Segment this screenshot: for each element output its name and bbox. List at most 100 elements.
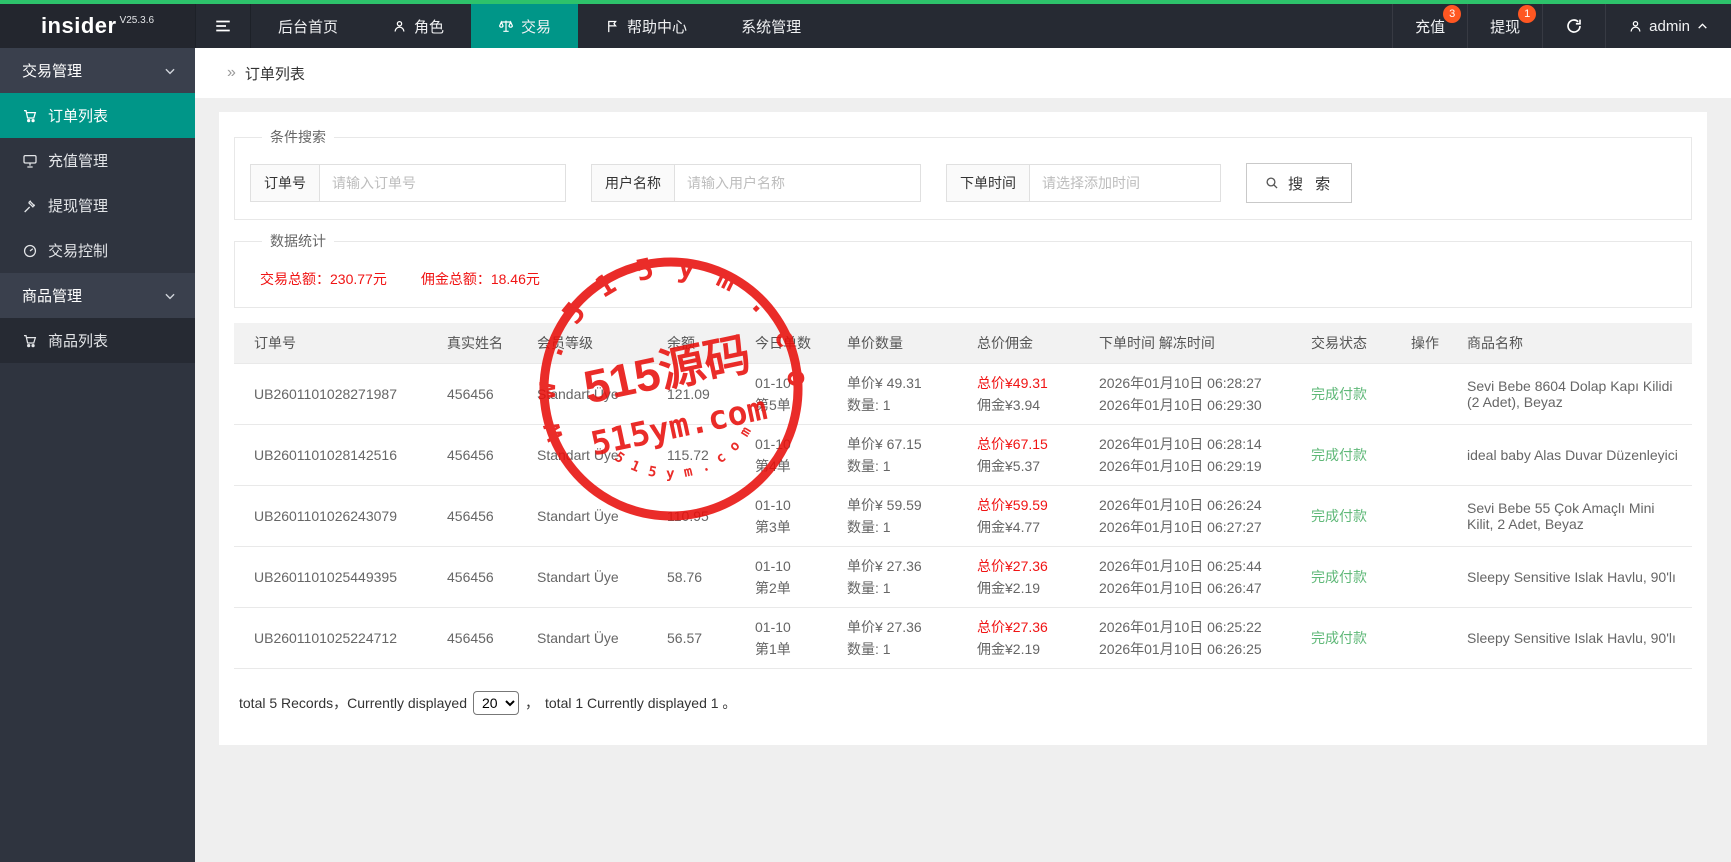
search-legend: 条件搜索 (270, 129, 326, 145)
page-size-select[interactable]: 20 (473, 690, 519, 715)
table-row[interactable]: UB2601101028142516 456456 Standart Üye 1… (234, 424, 1692, 486)
quantity: 数量: 1 (847, 396, 891, 413)
commission: 佣金¥2.19 (977, 579, 1041, 596)
cell-today: 01-10 第1单 (747, 607, 839, 669)
cell-product: Sevi Bebe 8604 Dolap Kapı Kilidi (2 Adet… (1459, 362, 1692, 425)
recharge-button[interactable]: 充值 3 (1392, 4, 1467, 48)
gauge-icon (22, 243, 38, 259)
cell-actions (1403, 546, 1459, 608)
sidebar-item-label: 充值管理 (48, 153, 109, 170)
cell-total-commission: 总价¥27.36 佣金¥2.19 (969, 607, 1091, 669)
status-badge: 完成付款 (1311, 629, 1367, 646)
cell-total-commission: 总价¥59.59 佣金¥4.77 (969, 485, 1091, 547)
table-row[interactable]: UB2601101025449395 456456 Standart Üye 5… (234, 546, 1692, 608)
nav-item-help[interactable]: 帮助中心 (578, 4, 714, 48)
col-real-name: 真实姓名 (439, 323, 529, 363)
unfreeze-time: 2026年01月10日 06:27:27 (1099, 518, 1262, 535)
orders-table: 订单号 真实姓名 会员等级 余额 今日单数 单价数量 总价佣金 下单时间 解冻时… (234, 323, 1692, 669)
commission: 佣金¥5.37 (977, 457, 1041, 474)
nav-item-system[interactable]: 系统管理 (714, 4, 828, 48)
sidebar-group-products[interactable]: 商品管理 (0, 273, 195, 318)
nav-item-trade[interactable]: 交易 (471, 4, 579, 48)
commission: 佣金¥4.77 (977, 518, 1041, 535)
cell-unit-qty: 单价¥ 27.36 数量: 1 (839, 546, 969, 608)
search-panel: 条件搜索 订单号 用户名称 下单时间 搜 索 (234, 127, 1692, 220)
sidebar-toggle-button[interactable] (195, 4, 251, 48)
withdraw-button[interactable]: 提现 1 (1467, 4, 1542, 48)
today-date: 01-10 (755, 496, 791, 513)
sidebar-item-label: 交易控制 (48, 243, 109, 260)
order-no-label: 订单号 (251, 165, 320, 201)
total-trade-stat: 交易总额：230.77元 (260, 269, 387, 289)
cell-times: 2026年01月10日 06:28:14 2026年01月10日 06:29:1… (1091, 424, 1303, 486)
cell-actions (1403, 607, 1459, 669)
pagination-text-left: total 5 Records，Currently displayed (239, 694, 467, 711)
search-icon (1264, 175, 1280, 191)
search-button[interactable]: 搜 索 (1246, 163, 1353, 203)
cell-unit-qty: 单价¥ 49.31 数量: 1 (839, 362, 969, 425)
table-row[interactable]: UB2601101026243079 456456 Standart Üye 1… (234, 485, 1692, 547)
cell-status: 完成付款 (1303, 485, 1403, 547)
order-no-input[interactable] (320, 165, 565, 201)
cell-total-commission: 总价¥67.15 佣金¥5.37 (969, 424, 1091, 486)
cell-order-no: UB2601101028142516 (234, 424, 439, 486)
cell-today: 01-10 第5单 (747, 362, 839, 425)
brand-version: V25.3.6 (119, 14, 155, 26)
table-row[interactable]: UB2601101025224712 456456 Standart Üye 5… (234, 607, 1692, 669)
unfreeze-time: 2026年01月10日 06:29:30 (1099, 396, 1262, 413)
chevron-down-icon (163, 64, 177, 78)
cell-real-name: 456456 (439, 546, 529, 608)
sidebar-item-recharge-mgmt[interactable]: 充值管理 (0, 138, 195, 183)
commission: 佣金¥2.19 (977, 640, 1041, 657)
sidebar-group-trade[interactable]: 交易管理 (0, 48, 195, 93)
nav-item-home[interactable]: 后台首页 (251, 4, 365, 48)
quantity: 数量: 1 (847, 579, 891, 596)
username-group: 用户名称 (591, 164, 921, 202)
username-input[interactable] (675, 165, 920, 201)
unit-price: 单价¥ 27.36 (847, 557, 922, 574)
withdraw-label: 提现 (1490, 18, 1521, 36)
col-times: 下单时间 解冻时间 (1091, 323, 1303, 363)
col-order-no: 订单号 (234, 323, 439, 363)
nav-item-roles[interactable]: 角色 (365, 4, 471, 48)
refresh-button[interactable] (1542, 4, 1605, 48)
unit-price: 单价¥ 67.15 (847, 435, 922, 452)
nav-label: 交易 (521, 18, 552, 36)
cell-status: 完成付款 (1303, 424, 1403, 486)
total-price: 总价¥59.59 (977, 496, 1048, 513)
today-date: 01-10 (755, 435, 791, 452)
cell-product: Sevi Bebe 55 Çok Amaçlı Mini Kilit, 2 Ad… (1459, 485, 1692, 547)
sidebar-item-withdraw-mgmt[interactable]: 提现管理 (0, 183, 195, 228)
col-today-count: 今日单数 (747, 323, 839, 363)
withdraw-badge: 1 (1518, 5, 1537, 23)
cell-actions (1403, 485, 1459, 547)
unit-price: 单价¥ 49.31 (847, 374, 922, 391)
table-row[interactable]: UB2601101028271987 456456 Standart Üye 1… (234, 362, 1692, 425)
main-content: » 订单列表 条件搜索 订单号 用户名称 下单时间 (195, 48, 1731, 862)
today-date: 01-10 (755, 374, 791, 391)
cell-product: Sleepy Sensitive Islak Havlu, 90'lı (1459, 607, 1692, 669)
sidebar-item-product-list[interactable]: 商品列表 (0, 318, 195, 363)
cell-balance: 115.72 (659, 424, 747, 486)
sidebar-item-trade-control[interactable]: 交易控制 (0, 228, 195, 273)
cart-icon (22, 333, 38, 349)
group-label: 商品管理 (22, 288, 83, 305)
order-time: 2026年01月10日 06:25:22 (1099, 618, 1262, 635)
cell-total-commission: 总价¥49.31 佣金¥3.94 (969, 362, 1091, 425)
cell-level: Standart Üye (529, 607, 659, 669)
cell-actions (1403, 424, 1459, 486)
order-time-input[interactable] (1030, 165, 1220, 201)
cell-real-name: 456456 (439, 362, 529, 425)
unfreeze-time: 2026年01月10日 06:26:47 (1099, 579, 1262, 596)
sidebar-item-order-list[interactable]: 订单列表 (0, 93, 195, 138)
today-count: 第3单 (755, 518, 791, 535)
recharge-label: 充值 (1415, 18, 1446, 36)
order-time-label: 下单时间 (947, 165, 1030, 201)
unfreeze-time: 2026年01月10日 06:26:25 (1099, 640, 1262, 657)
brand-name: insider (40, 13, 117, 38)
user-menu[interactable]: admin (1605, 4, 1731, 48)
cell-level: Standart Üye (529, 546, 659, 608)
brand-logo[interactable]: insider V25.3.6 (0, 4, 195, 48)
col-product: 商品名称 (1459, 323, 1692, 363)
board-icon (22, 153, 38, 169)
